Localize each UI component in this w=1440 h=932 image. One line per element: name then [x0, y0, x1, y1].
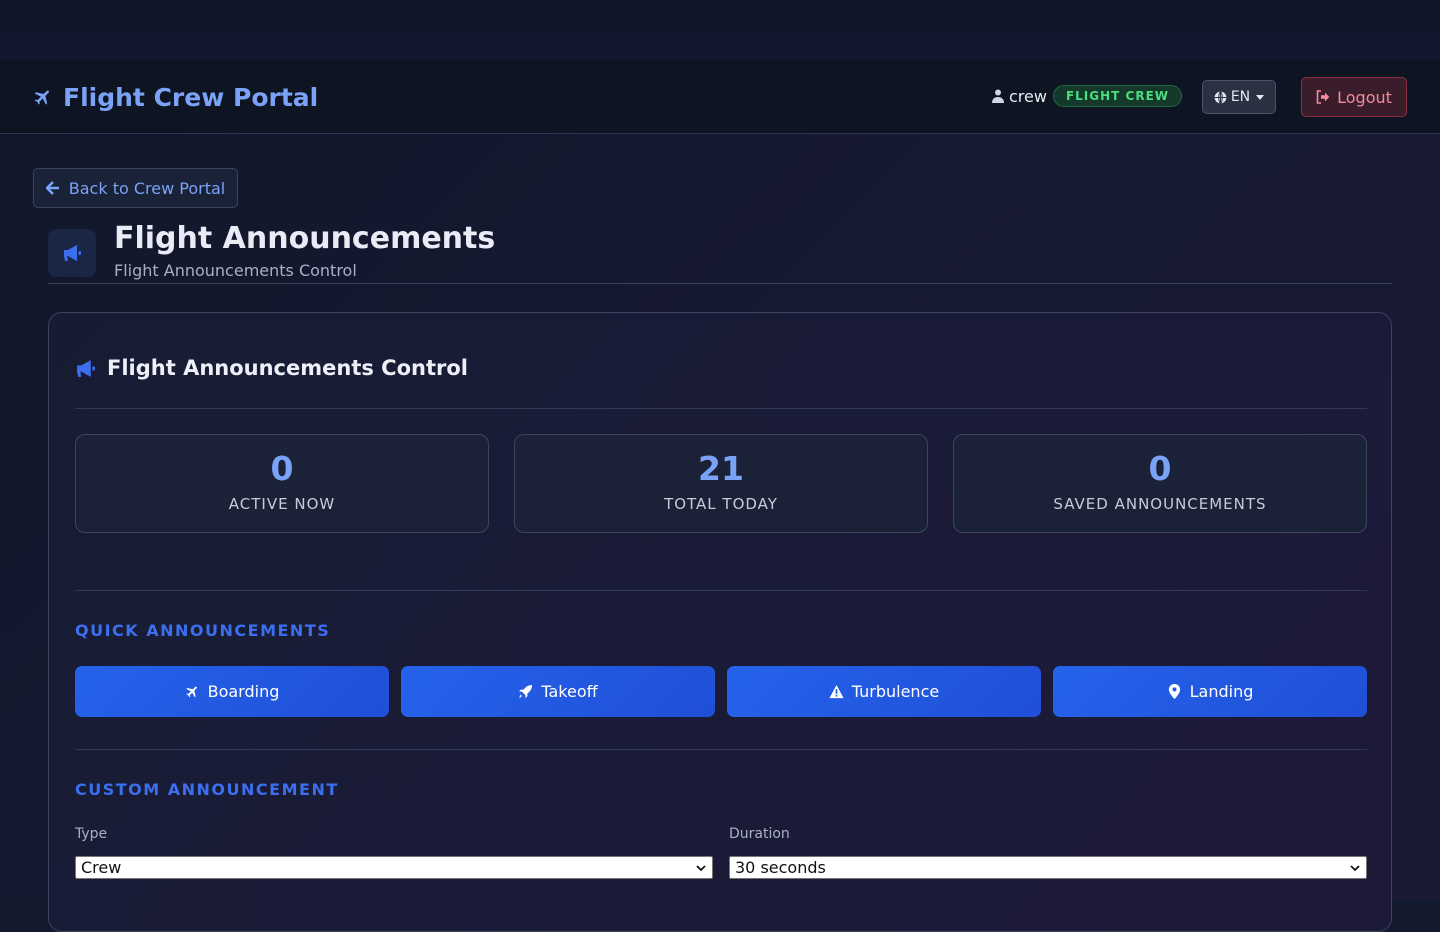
stat-total-today: 21 TOTAL TODAY — [514, 434, 928, 533]
divider — [75, 408, 1367, 409]
page-title: Flight Announcements — [114, 221, 496, 256]
takeoff-button[interactable]: Takeoff — [401, 666, 715, 717]
announcements-panel: Flight Announcements Control 0 ACTIVE NO… — [48, 312, 1392, 932]
brand-title: Flight Crew Portal — [63, 82, 319, 112]
custom-announcement-heading: CUSTOM ANNOUNCEMENT — [75, 780, 339, 799]
landing-button[interactable]: Landing — [1053, 666, 1367, 717]
username: crew — [1009, 86, 1047, 106]
duration-label: Duration — [729, 826, 790, 842]
user-icon — [992, 89, 1004, 103]
type-select[interactable]: Crew — [75, 856, 713, 879]
plane-icon — [185, 686, 197, 698]
stat-value: 0 — [270, 449, 294, 488]
chevron-down-icon — [1350, 865, 1360, 872]
duration-select[interactable]: 30 seconds — [729, 856, 1367, 879]
role-badge: FLIGHT CREW — [1052, 85, 1182, 107]
stat-label: TOTAL TODAY — [664, 495, 778, 513]
top-strip — [0, 0, 1440, 60]
megaphone-icon — [77, 359, 95, 377]
back-button-label: Back to Crew Portal — [68, 178, 226, 198]
boarding-button[interactable]: Boarding — [75, 666, 389, 717]
warning-icon — [829, 684, 844, 699]
stat-value: 0 — [1148, 449, 1172, 488]
plane-icon — [34, 90, 49, 105]
type-label: Type — [75, 826, 108, 842]
brand[interactable]: Flight Crew Portal — [33, 81, 318, 113]
stat-active-now: 0 ACTIVE NOW — [75, 434, 489, 533]
landing-label: Landing — [1189, 682, 1254, 701]
chevron-down-icon — [1256, 94, 1265, 100]
language-selector[interactable]: EN — [1202, 80, 1276, 114]
user-info: crew FLIGHT CREW — [992, 85, 1182, 107]
stat-label: ACTIVE NOW — [228, 495, 336, 513]
stat-label: SAVED ANNOUNCEMENTS — [1053, 495, 1267, 513]
panel-title: Flight Announcements Control — [75, 356, 468, 380]
stat-saved-announcements: 0 SAVED ANNOUNCEMENTS — [953, 434, 1367, 533]
duration-select-value: 30 seconds — [735, 858, 826, 877]
takeoff-label: Takeoff — [541, 682, 598, 701]
rocket-icon — [519, 684, 533, 699]
chevron-down-icon — [696, 865, 706, 872]
logout-icon — [1316, 90, 1330, 104]
header-divider — [48, 283, 1392, 284]
quick-announcements-heading: QUICK ANNOUNCEMENTS — [75, 621, 331, 640]
back-to-crew-portal-button[interactable]: Back to Crew Portal — [33, 168, 238, 208]
language-code: EN — [1230, 89, 1251, 105]
page-subtitle: Flight Announcements Control — [114, 261, 357, 280]
stat-value: 21 — [698, 449, 744, 488]
logout-label: Logout — [1337, 87, 1392, 107]
boarding-label: Boarding — [207, 682, 280, 701]
panel-title-text: Flight Announcements Control — [107, 356, 468, 380]
megaphone-icon — [64, 245, 81, 261]
turbulence-label: Turbulence — [851, 682, 940, 701]
type-select-value: Crew — [81, 858, 122, 877]
turbulence-button[interactable]: Turbulence — [727, 666, 1041, 717]
logout-button[interactable]: Logout — [1301, 77, 1407, 117]
globe-icon — [1214, 90, 1227, 104]
divider — [75, 749, 1367, 750]
divider — [75, 590, 1367, 591]
navbar: Flight Crew Portal crew FLIGHT CREW EN L… — [0, 60, 1440, 134]
arrow-left-icon — [45, 181, 59, 195]
map-pin-icon — [1168, 684, 1180, 699]
page-icon-box — [48, 229, 96, 277]
